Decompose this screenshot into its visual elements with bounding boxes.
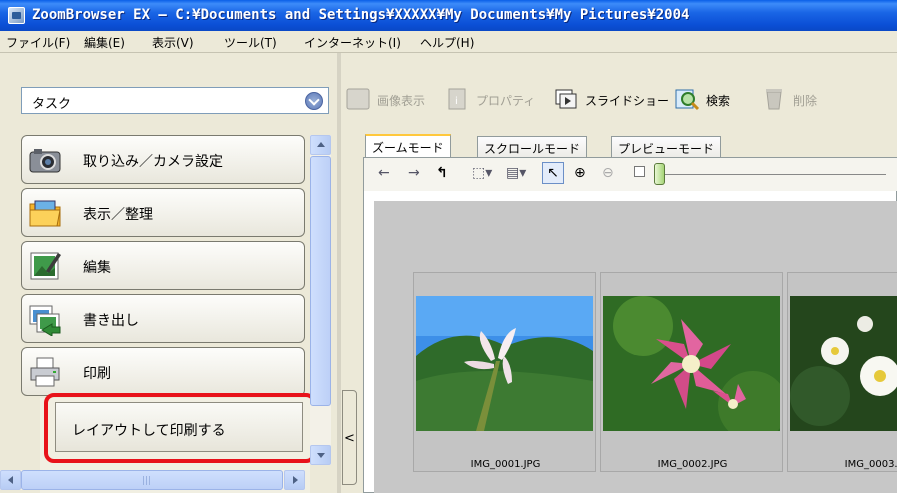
arrow-right-icon xyxy=(293,476,298,484)
image-view-icon xyxy=(346,88,370,110)
thumbnail-caption: IMG_0003.JPG xyxy=(844,459,897,470)
toolbar-label: プロパティ xyxy=(476,94,536,108)
task-selector[interactable]: タスク xyxy=(21,87,329,114)
thumbnail-item[interactable]: IMG_0001.JPG xyxy=(413,272,596,472)
pane-splitter[interactable] xyxy=(337,53,341,493)
view-toolbar: ← → ↰ ⬚▾ ▤▾ ↖ ⊕ ⊖ xyxy=(364,158,897,191)
menu-bar: ファイル(F) 編集(E) 表示(V) ツール(T) インターネット(I) ヘル… xyxy=(0,31,897,53)
highlight-annotation xyxy=(44,393,316,463)
folder-icon xyxy=(29,200,61,227)
task-button-label: 表示／整理 xyxy=(83,207,153,223)
slideshow-button[interactable]: スライドショー xyxy=(553,84,669,114)
trash-icon xyxy=(766,89,782,110)
toolbar-label: 削除 xyxy=(793,94,818,108)
task-pane: タスク 取り込み／カメラ設定 表示／整理 編集 書き出し 印刷 レイアウトして印… xyxy=(0,53,337,493)
toolbar-label: 画像表示 xyxy=(377,94,426,108)
properties-icon: i xyxy=(448,88,466,110)
menu-file[interactable]: ファイル(F) xyxy=(6,34,70,51)
view-area: ズームモード スクロールモード プレビューモード ← → ↰ ⬚▾ ▤▾ ↖ ⊕… xyxy=(357,128,897,493)
window-title: ZoomBrowser EX – C:¥Documents and Settin… xyxy=(32,7,690,23)
task-pane-horizontal-scrollbar[interactable]: ||| xyxy=(0,470,305,490)
scroll-down-button[interactable] xyxy=(310,445,331,465)
toolbar-label: スライドショー xyxy=(585,94,670,108)
toolbar-label: 検索 xyxy=(706,94,731,108)
zoom-in-icon[interactable]: ⊕ xyxy=(574,165,586,181)
thumbnail-item[interactable]: IMG_0002.JPG xyxy=(600,272,783,472)
properties-button[interactable]: i プロパティ xyxy=(444,84,536,114)
thumbnail-caption: IMG_0001.JPG xyxy=(470,459,541,470)
menu-tools[interactable]: ツール(T) xyxy=(224,34,277,51)
grip-icon: ||| xyxy=(142,476,152,486)
task-button-edit[interactable]: 編集 xyxy=(21,241,305,290)
search-icon xyxy=(675,89,700,111)
back-arrow-icon[interactable]: ← xyxy=(378,165,390,181)
task-button-import[interactable]: 取り込み／カメラ設定 xyxy=(21,135,305,184)
tab-zoom-mode[interactable]: ズームモード xyxy=(365,134,451,158)
scroll-thumb[interactable] xyxy=(310,156,331,406)
collapse-pane-button[interactable]: < xyxy=(342,390,357,485)
search-button[interactable]: 検索 xyxy=(674,84,744,114)
menu-edit[interactable]: 編集(E) xyxy=(84,34,125,51)
scroll-thumb[interactable]: ||| xyxy=(21,470,283,490)
tab-scroll-mode[interactable]: スクロールモード xyxy=(477,136,588,158)
flower-photo-white-rose xyxy=(790,296,897,431)
menu-view[interactable]: 表示(V) xyxy=(152,34,194,51)
svg-text:i: i xyxy=(455,96,458,107)
task-pane-vertical-scrollbar[interactable] xyxy=(310,135,331,465)
flower-photo-clematis xyxy=(603,296,780,431)
zoom-slider-thumb[interactable] xyxy=(654,163,665,185)
zoombrowser-window: ZoomBrowser EX – C:¥Documents and Settin… xyxy=(0,0,897,493)
export-icon xyxy=(29,305,61,336)
delete-button[interactable]: 削除 xyxy=(761,84,821,114)
select-mode-icon[interactable]: ⬚▾ xyxy=(472,165,492,181)
camera-icon xyxy=(29,149,61,173)
title-bar[interactable]: ZoomBrowser EX – C:¥Documents and Settin… xyxy=(0,0,897,31)
task-button-label: 印刷 xyxy=(83,366,111,382)
task-button-label: 書き出し xyxy=(83,313,139,329)
menu-help[interactable]: ヘルプ(H) xyxy=(420,34,474,51)
zoom-slider-track[interactable] xyxy=(656,174,886,175)
forward-arrow-icon[interactable]: → xyxy=(408,165,420,181)
task-button-label: 編集 xyxy=(83,260,111,276)
collapse-glyph: < xyxy=(344,431,355,446)
menu-internet[interactable]: インターネット(I) xyxy=(304,34,401,51)
task-button-label: 取り込み／カメラ設定 xyxy=(83,154,223,170)
arrow-down-icon xyxy=(317,453,325,458)
tab-preview-mode[interactable]: プレビューモード xyxy=(611,136,722,158)
printer-icon xyxy=(30,357,60,387)
arrow-up-icon xyxy=(317,142,325,147)
slideshow-icon xyxy=(555,89,577,109)
thumbnail-item[interactable]: IMG_0003.JPG xyxy=(787,272,897,472)
task-button-print[interactable]: 印刷 xyxy=(21,347,305,396)
image-view-button[interactable]: 画像表示 xyxy=(345,84,430,114)
zoom-out-icon[interactable]: ⊖ xyxy=(602,165,614,181)
thumbnail-grid: IMG_0001.JPG IMG_0002.JPG IMG_0003. xyxy=(374,201,897,493)
display-mode-icon[interactable]: ▤▾ xyxy=(506,165,526,181)
pointer-tool-icon[interactable]: ↖ xyxy=(542,162,564,184)
scroll-up-button[interactable] xyxy=(310,135,331,155)
arrow-left-icon xyxy=(8,476,13,484)
flower-photo-lily xyxy=(416,296,593,431)
main-toolbar: 画像表示 i プロパティ スライドショー 検索 削除 xyxy=(341,82,897,116)
task-selector-label: タスク xyxy=(32,97,72,112)
tab-content: ← → ↰ ⬚▾ ▤▾ ↖ ⊕ ⊖ IMG_0001.JPG IMG_0002.… xyxy=(363,157,897,493)
edit-image-icon xyxy=(30,252,61,280)
thumbnail-caption: IMG_0002.JPG xyxy=(657,459,728,470)
small-thumbnail-icon[interactable] xyxy=(634,166,645,177)
task-button-export[interactable]: 書き出し xyxy=(21,294,305,343)
chevron-up-icon[interactable] xyxy=(305,92,323,110)
scroll-left-button[interactable] xyxy=(0,470,21,490)
up-level-icon[interactable]: ↰ xyxy=(436,165,448,181)
scroll-right-button[interactable] xyxy=(284,470,305,490)
app-icon[interactable] xyxy=(8,7,25,24)
task-button-view-organize[interactable]: 表示／整理 xyxy=(21,188,305,237)
